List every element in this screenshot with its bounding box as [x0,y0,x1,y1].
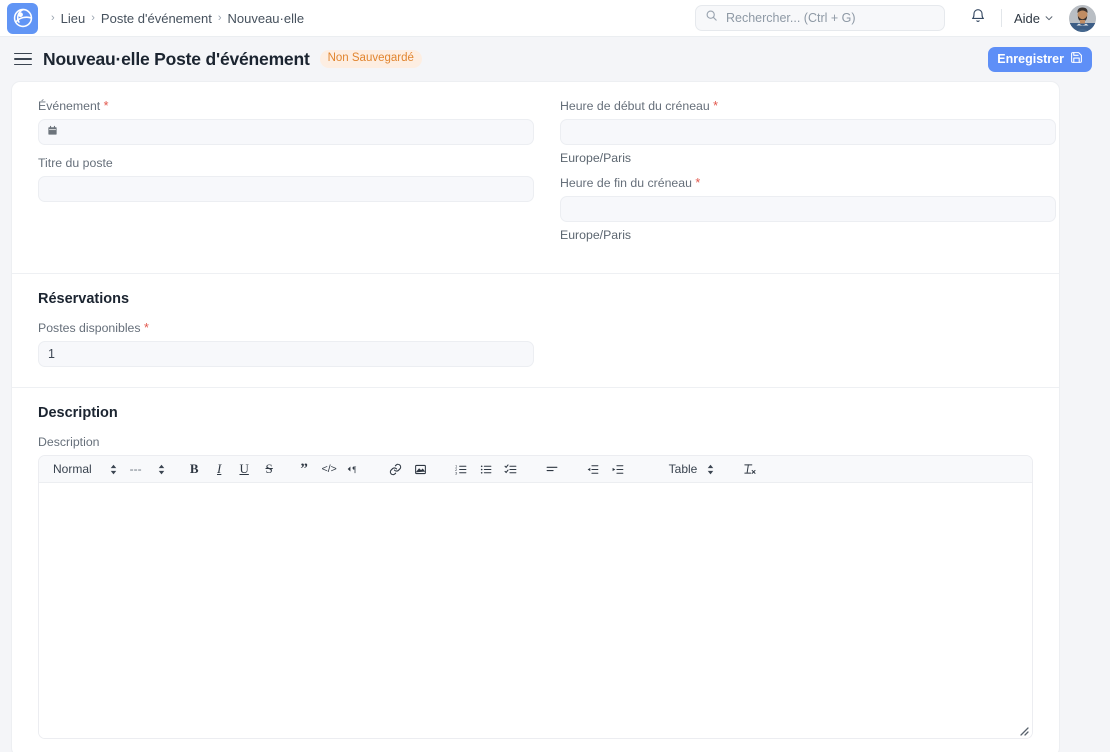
ordered-list-icon[interactable]: 1 2 3 [449,458,474,480]
notifications-button[interactable] [961,1,995,35]
status-badge: Non Sauvegardé [320,50,422,69]
reservations-column-right [560,321,1056,367]
details-column-left: Événement * [38,99,534,253]
text-direction-icon[interactable]: ¶ [342,458,367,480]
field-slot-start-label: Heure de début du créneau * [560,99,1056,113]
field-post-title-label: Titre du poste [38,156,534,170]
updown-caret-icon-2 [157,464,166,475]
form-card: Événement * [11,81,1060,752]
field-available-posts-label: Postes disponibles * [38,321,534,335]
breadcrumb-item-lieu[interactable]: Lieu [61,11,86,26]
slot-end-input[interactable] [560,196,1056,222]
breadcrumb-separator-0: › [51,12,55,24]
field-available-posts: Postes disponibles * 1 [38,321,534,367]
rich-text-editor: Normal --- [38,455,1033,739]
editor-table-select[interactable]: Table [663,459,722,479]
section-reservations: Réservations Postes disponibles * 1 [12,273,1059,387]
indent-icon[interactable] [606,458,631,480]
help-label: Aide [1014,11,1040,26]
editor-toolbar: Normal --- [39,456,1032,483]
field-slot-start-required: * [713,99,718,113]
field-slot-start-label-text: Heure de début du créneau [560,99,710,113]
editor-table-select-value: Table [669,462,698,476]
align-icon[interactable] [540,458,565,480]
svg-text:3: 3 [455,470,458,475]
top-navbar: › Lieu › Poste d'événement › Nouveau·ell… [0,0,1110,37]
breadcrumb-separator-2: › [218,12,222,24]
navbar-divider [1001,9,1002,27]
field-post-title: Titre du poste [38,156,534,202]
available-posts-input-value: 1 [48,347,55,361]
search-input[interactable]: Rechercher... (Ctrl + G) [695,5,945,31]
bell-icon [970,8,986,29]
slot-end-timezone-hint: Europe/Paris [560,228,1056,242]
blockquote-icon[interactable]: ” [292,458,317,480]
slot-start-input[interactable] [560,119,1056,145]
code-block-icon[interactable]: </> [317,458,342,480]
field-slot-end-label: Heure de fin du créneau * [560,176,1056,190]
clear-format-icon[interactable] [737,458,762,480]
help-menu-button[interactable]: Aide [1008,8,1060,29]
editor-heading-select[interactable]: --- [124,459,172,479]
resize-grip[interactable] [1017,723,1029,735]
bullet-list-icon[interactable] [474,458,499,480]
updown-caret-icon [109,464,118,475]
strikethrough-icon[interactable]: S [257,458,282,480]
save-button-label: Enregistrer [997,52,1064,66]
image-icon[interactable] [408,458,433,480]
breadcrumb: › Lieu › Poste d'événement › Nouveau·ell… [51,11,304,26]
section-details: Événement * [12,82,1059,273]
breadcrumb-separator-1: › [91,12,95,24]
description-editor-body[interactable] [39,483,1032,738]
search-placeholder: Rechercher... (Ctrl + G) [726,11,856,25]
field-available-posts-required: * [144,321,149,335]
field-event-label: Événement * [38,99,534,113]
avatar[interactable] [1069,5,1096,32]
reservations-column-left: Postes disponibles * 1 [38,321,534,367]
editor-style-select[interactable]: Normal [47,459,124,479]
field-event-required: * [104,99,109,113]
calendar-icon [47,125,58,139]
description-field-label: Description [38,435,1033,449]
field-event-label-text: Événement [38,99,100,113]
field-event: Événement * [38,99,534,145]
search-icon [705,9,718,27]
bold-icon[interactable]: B [182,458,207,480]
section-description: Description Description Normal --- [12,387,1059,752]
page-title: Nouveau·elle Poste d'événement [43,49,310,70]
field-slot-end-label-text: Heure de fin du créneau [560,176,692,190]
save-button[interactable]: Enregistrer [988,47,1092,72]
link-icon[interactable] [383,458,408,480]
updown-caret-icon-3 [706,464,715,475]
editor-style-select-value: Normal [53,462,92,476]
page-header: Nouveau·elle Poste d'événement Non Sauve… [0,37,1110,81]
slot-start-timezone-hint: Europe/Paris [560,151,1056,165]
chevron-down-icon [1044,11,1054,26]
floppy-save-icon [1070,51,1083,67]
details-column-right: Heure de début du créneau * Europe/Paris… [560,99,1056,253]
app-logo-icon[interactable] [7,3,38,34]
event-input[interactable] [38,119,534,145]
available-posts-input[interactable]: 1 [38,341,534,367]
form-scroll-area: Événement * [0,81,1110,752]
outdent-icon[interactable] [581,458,606,480]
field-available-posts-label-text: Postes disponibles [38,321,141,335]
navbar-right-group: Rechercher... (Ctrl + G) Aide [695,1,1096,35]
field-slot-end: Heure de fin du créneau * Europe/Paris [560,176,1056,242]
breadcrumb-item-nouveau[interactable]: Nouveau·elle [227,11,304,26]
field-slot-end-required: * [695,176,700,190]
underline-icon[interactable]: U [232,458,257,480]
description-section-title: Description [38,405,1033,421]
reservations-section-title: Réservations [38,291,1033,307]
post-title-input[interactable] [38,176,534,202]
editor-heading-select-value: --- [130,462,142,476]
checklist-icon[interactable] [499,458,524,480]
svg-text:¶: ¶ [352,465,356,474]
italic-icon[interactable]: I [207,458,232,480]
breadcrumb-item-poste-evenement[interactable]: Poste d'événement [101,11,212,26]
field-slot-start: Heure de début du créneau * Europe/Paris [560,99,1056,165]
hamburger-menu-icon[interactable] [11,47,35,71]
